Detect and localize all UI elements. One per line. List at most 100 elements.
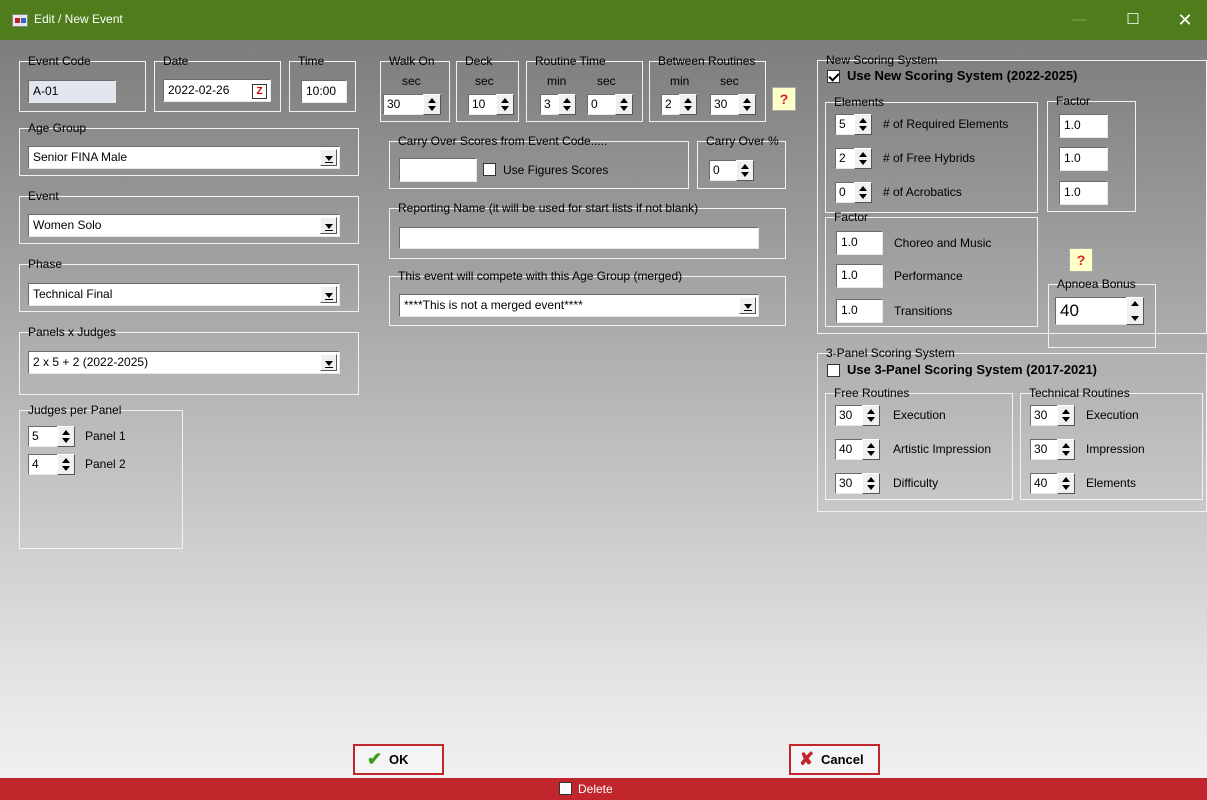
spin-arrows-icon[interactable] bbox=[862, 439, 880, 460]
chevron-down-icon[interactable] bbox=[739, 297, 756, 314]
free-difficulty-value[interactable]: 30 bbox=[835, 473, 862, 494]
transitions-input[interactable]: 1.0 bbox=[836, 299, 883, 323]
spin-arrows-icon[interactable] bbox=[57, 454, 75, 475]
spin-arrows-icon[interactable] bbox=[854, 182, 872, 203]
help-icon[interactable]: ? bbox=[1069, 248, 1093, 272]
spin-arrows-icon[interactable] bbox=[738, 94, 756, 115]
apnoea-spinner[interactable]: 40 bbox=[1055, 297, 1144, 325]
event-code-input[interactable]: A-01 bbox=[28, 80, 116, 103]
walk-on-group: Walk On sec 30 bbox=[380, 54, 450, 122]
cancel-button[interactable]: ✘ Cancel bbox=[789, 744, 880, 775]
between-min-spinner[interactable]: 2 bbox=[661, 94, 697, 115]
performance-input[interactable]: 1.0 bbox=[836, 264, 883, 288]
panel1-value[interactable]: 5 bbox=[28, 426, 57, 447]
deck-value[interactable]: 10 bbox=[468, 94, 496, 115]
spin-arrows-icon[interactable] bbox=[862, 405, 880, 426]
acrobatics-spinner[interactable]: 0 bbox=[835, 182, 872, 203]
spin-arrows-icon[interactable] bbox=[423, 94, 441, 115]
tech-execution-value[interactable]: 30 bbox=[1030, 405, 1057, 426]
calendar-icon[interactable]: Z bbox=[252, 84, 267, 99]
walk-on-value[interactable]: 30 bbox=[383, 94, 423, 115]
tech-impression-label: Impression bbox=[1086, 442, 1145, 456]
three-panel-group: 3-Panel Scoring System Use 3-Panel Scori… bbox=[817, 346, 1207, 512]
free-execution-spinner[interactable]: 30 bbox=[835, 405, 880, 426]
free-artistic-value[interactable]: 40 bbox=[835, 439, 862, 460]
spin-arrows-icon[interactable] bbox=[854, 148, 872, 169]
age-group-select[interactable]: Senior FINA Male bbox=[28, 146, 340, 169]
use-figures-checkbox[interactable] bbox=[483, 163, 496, 176]
between-sec-spinner[interactable]: 30 bbox=[710, 94, 756, 115]
panel1-spinner[interactable]: 5 bbox=[28, 426, 75, 447]
use-new-scoring-checkbox[interactable] bbox=[827, 70, 840, 83]
tech-elements-spinner[interactable]: 40 bbox=[1030, 473, 1075, 494]
panel2-spinner[interactable]: 4 bbox=[28, 454, 75, 475]
spin-arrows-icon[interactable] bbox=[615, 94, 633, 115]
free-difficulty-spinner[interactable]: 30 bbox=[835, 473, 880, 494]
spin-arrows-icon[interactable] bbox=[854, 114, 872, 135]
chevron-down-icon[interactable] bbox=[320, 354, 337, 371]
apnoea-value[interactable]: 40 bbox=[1055, 297, 1126, 325]
free-artistic-spinner[interactable]: 40 bbox=[835, 439, 880, 460]
merged-select[interactable]: ****This is not a merged event**** bbox=[399, 294, 759, 317]
free-hybrids-value[interactable]: 2 bbox=[835, 148, 854, 169]
spin-arrows-icon[interactable] bbox=[736, 160, 754, 181]
use-three-panel-checkbox[interactable] bbox=[827, 364, 840, 377]
reporting-name-input[interactable] bbox=[399, 227, 759, 249]
close-button[interactable]: ✕ bbox=[1162, 0, 1207, 40]
minimize-button[interactable]: — bbox=[1056, 0, 1102, 40]
tech-impression-spinner[interactable]: 30 bbox=[1030, 439, 1075, 460]
phase-select[interactable]: Technical Final bbox=[28, 283, 340, 306]
routine-min-value[interactable]: 3 bbox=[540, 94, 558, 115]
free-routines-legend: Free Routines bbox=[834, 386, 910, 400]
carry-over-pct-value[interactable]: 0 bbox=[709, 160, 736, 181]
required-elements-spinner[interactable]: 5 bbox=[835, 114, 872, 135]
spin-arrows-icon[interactable] bbox=[1057, 473, 1075, 494]
choreo-input[interactable]: 1.0 bbox=[836, 231, 883, 255]
acrobatics-value[interactable]: 0 bbox=[835, 182, 854, 203]
routine-sec-value[interactable]: 0 bbox=[587, 94, 615, 115]
spin-arrows-icon[interactable] bbox=[1126, 297, 1144, 325]
help-icon[interactable]: ? bbox=[772, 87, 796, 111]
panel2-value[interactable]: 4 bbox=[28, 454, 57, 475]
maximize-button[interactable]: ☐ bbox=[1110, 0, 1156, 40]
use-new-scoring-label: Use New Scoring System (2022-2025) bbox=[847, 68, 1078, 83]
new-scoring-group: New Scoring System Use New Scoring Syste… bbox=[817, 53, 1207, 348]
choreo-label: Choreo and Music bbox=[894, 236, 992, 250]
required-factor-input[interactable]: 1.0 bbox=[1059, 114, 1108, 138]
spin-arrows-icon[interactable] bbox=[57, 426, 75, 447]
time-input[interactable]: 10:00 bbox=[301, 80, 347, 103]
spin-arrows-icon[interactable] bbox=[1057, 439, 1075, 460]
hybrids-factor-input[interactable]: 1.0 bbox=[1059, 147, 1108, 171]
spin-arrows-icon[interactable] bbox=[679, 94, 697, 115]
routine-min-spinner[interactable]: 3 bbox=[540, 94, 576, 115]
free-artistic-label: Artistic Impression bbox=[893, 442, 992, 456]
free-execution-value[interactable]: 30 bbox=[835, 405, 862, 426]
between-min-value[interactable]: 2 bbox=[661, 94, 679, 115]
required-elements-value[interactable]: 5 bbox=[835, 114, 854, 135]
routine-sec-unit: sec bbox=[597, 74, 616, 88]
tech-impression-value[interactable]: 30 bbox=[1030, 439, 1057, 460]
tech-elements-value[interactable]: 40 bbox=[1030, 473, 1057, 494]
free-hybrids-spinner[interactable]: 2 bbox=[835, 148, 872, 169]
spin-arrows-icon[interactable] bbox=[558, 94, 576, 115]
chevron-down-icon[interactable] bbox=[320, 149, 337, 166]
routine-sec-spinner[interactable]: 0 bbox=[587, 94, 633, 115]
acrobatics-factor-input[interactable]: 1.0 bbox=[1059, 181, 1108, 205]
spin-arrows-icon[interactable] bbox=[862, 473, 880, 494]
event-select[interactable]: Women Solo bbox=[28, 214, 340, 237]
ok-button[interactable]: ✔ OK bbox=[353, 744, 444, 775]
delete-checkbox[interactable] bbox=[559, 782, 572, 795]
walk-on-spinner[interactable]: 30 bbox=[383, 94, 441, 115]
date-value: 2022-02-26 bbox=[168, 83, 230, 97]
panels-judges-select[interactable]: 2 x 5 + 2 (2022-2025) bbox=[28, 351, 340, 374]
carry-over-input[interactable] bbox=[399, 158, 477, 182]
tech-execution-spinner[interactable]: 30 bbox=[1030, 405, 1075, 426]
age-group-group: Age Group Senior FINA Male bbox=[19, 121, 359, 176]
carry-over-pct-spinner[interactable]: 0 bbox=[709, 160, 754, 181]
spin-arrows-icon[interactable] bbox=[1057, 405, 1075, 426]
chevron-down-icon[interactable] bbox=[320, 286, 337, 303]
spin-arrows-icon[interactable] bbox=[496, 94, 514, 115]
chevron-down-icon[interactable] bbox=[320, 217, 337, 234]
between-sec-value[interactable]: 30 bbox=[710, 94, 738, 115]
deck-spinner[interactable]: 10 bbox=[468, 94, 514, 115]
